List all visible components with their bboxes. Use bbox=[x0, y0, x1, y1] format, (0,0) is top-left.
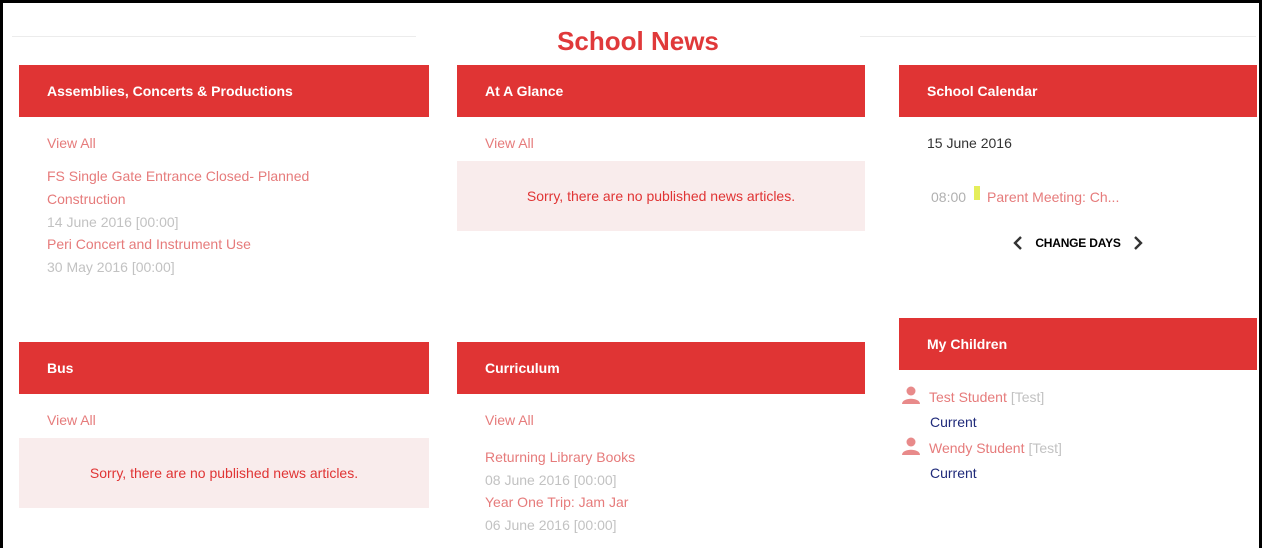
bus-panel: Bus View All Sorry, there are no publish… bbox=[19, 342, 429, 508]
article-date: 30 May 2016 [00:00] bbox=[47, 259, 175, 275]
child-entry: Test Student [Test] bbox=[901, 386, 1257, 408]
my-children-panel-header: My Children bbox=[899, 318, 1257, 370]
article-date: 14 June 2016 [00:00] bbox=[47, 214, 179, 230]
assemblies-panel: Assemblies, Concerts & Productions View … bbox=[19, 65, 429, 278]
child-name[interactable]: Wendy Student bbox=[929, 440, 1024, 456]
person-icon bbox=[901, 437, 921, 460]
bus-panel-header: Bus bbox=[19, 342, 429, 394]
person-icon bbox=[901, 386, 921, 409]
child-status: Current bbox=[930, 414, 977, 430]
bus-view-all-link[interactable]: View All bbox=[47, 412, 429, 428]
school-calendar-panel: School Calendar 15 June 2016 08:00 Paren… bbox=[899, 65, 1257, 251]
change-days-label: CHANGE DAYS bbox=[1035, 236, 1121, 250]
at-a-glance-panel-header: At A Glance bbox=[457, 65, 865, 117]
event-marker-icon bbox=[974, 186, 981, 200]
calendar-date: 15 June 2016 bbox=[927, 135, 1012, 151]
curriculum-article-list: Returning Library Books 08 June 2016 [00… bbox=[485, 446, 865, 536]
article-date: 08 June 2016 [00:00] bbox=[485, 472, 617, 488]
child-tag: [Test] bbox=[1010, 389, 1045, 405]
at-a-glance-view-all-link[interactable]: View All bbox=[485, 135, 865, 151]
assemblies-article-list: FS Single Gate Entrance Closed- Planned … bbox=[47, 165, 377, 278]
my-children-panel: My Children Test Student [Test] Current … bbox=[899, 318, 1257, 488]
curriculum-panel: Curriculum View All Returning Library Bo… bbox=[457, 342, 865, 536]
calendar-event-time: 08:00 bbox=[931, 189, 967, 205]
child-name[interactable]: Test Student bbox=[929, 389, 1007, 405]
at-a-glance-panel: At A Glance View All Sorry, there are no… bbox=[457, 65, 865, 231]
article-title[interactable]: Peri Concert and Instrument Use bbox=[47, 233, 377, 256]
curriculum-panel-header: Curriculum bbox=[457, 342, 865, 394]
article-title[interactable]: Year One Trip: Jam Jar bbox=[485, 491, 865, 514]
chevron-right-icon[interactable] bbox=[1133, 235, 1143, 251]
page-title: School News bbox=[557, 26, 719, 56]
at-a-glance-empty-message: Sorry, there are no published news artic… bbox=[457, 161, 865, 231]
school-calendar-panel-header: School Calendar bbox=[899, 65, 1257, 117]
assemblies-view-all-link[interactable]: View All bbox=[47, 135, 429, 151]
calendar-event[interactable]: 08:00 Parent Meeting: Ch... bbox=[931, 186, 1257, 205]
child-entry: Wendy Student [Test] bbox=[901, 437, 1257, 459]
assemblies-panel-header: Assemblies, Concerts & Productions bbox=[19, 65, 429, 117]
article-date: 06 June 2016 [00:00] bbox=[485, 517, 617, 533]
curriculum-view-all-link[interactable]: View All bbox=[485, 412, 865, 428]
change-days-control: CHANGE DAYS bbox=[899, 235, 1257, 251]
child-tag: [Test] bbox=[1028, 440, 1062, 456]
child-status: Current bbox=[930, 465, 977, 481]
title-divider-left bbox=[12, 36, 416, 37]
bus-empty-message: Sorry, there are no published news artic… bbox=[19, 438, 429, 508]
chevron-left-icon[interactable] bbox=[1013, 235, 1023, 251]
children-list: Test Student [Test] Current Wendy Studen… bbox=[899, 386, 1257, 481]
title-divider-right bbox=[860, 36, 1256, 37]
article-title[interactable]: Returning Library Books bbox=[485, 446, 865, 469]
article-title[interactable]: FS Single Gate Entrance Closed- Planned … bbox=[47, 165, 377, 211]
calendar-event-title[interactable]: Parent Meeting: Ch... bbox=[987, 189, 1119, 205]
